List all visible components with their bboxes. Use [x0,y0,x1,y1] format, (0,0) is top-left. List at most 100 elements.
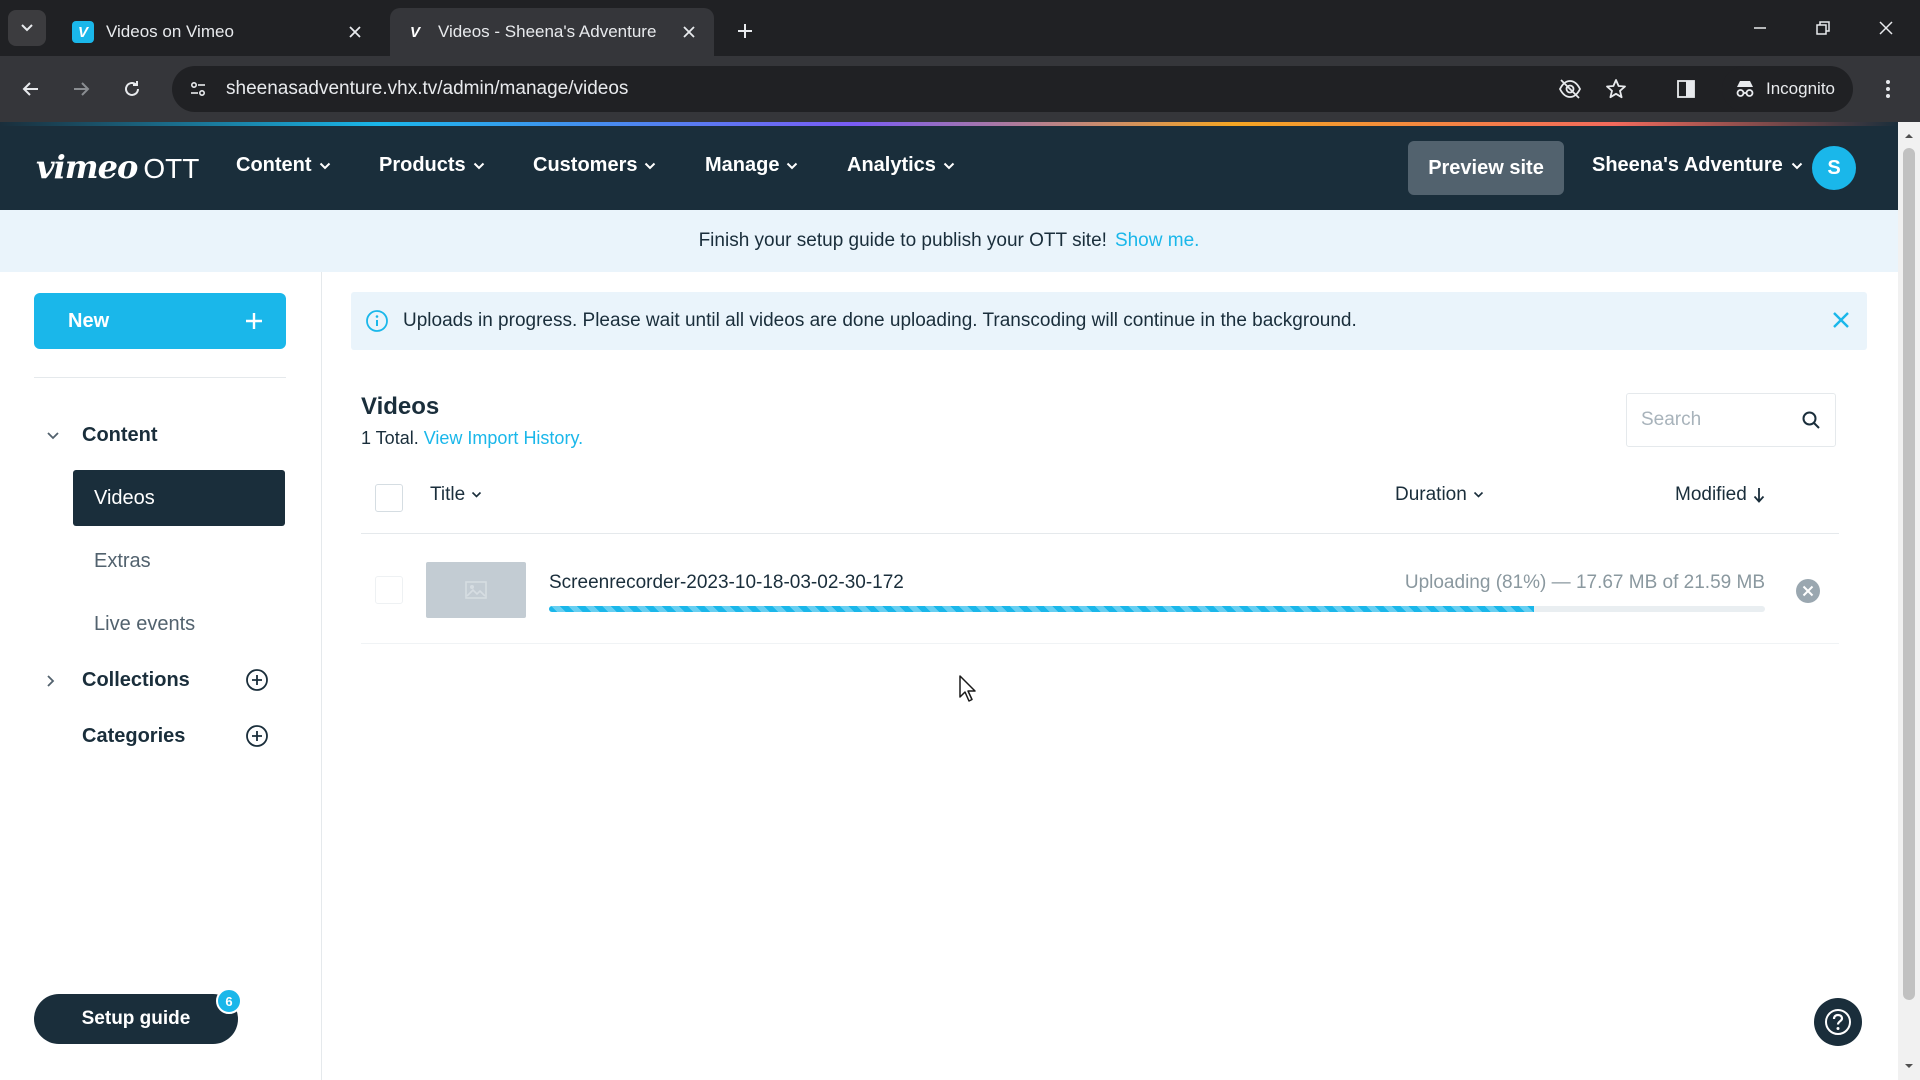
new-button[interactable]: New [34,293,286,349]
site-info-icon[interactable] [184,75,212,103]
table-row[interactable]: Screenrecorder-2023-10-18-03-02-30-172 U… [361,534,1839,644]
eye-off-icon[interactable] [1554,73,1586,105]
setup-guide-count-badge: 6 [216,988,242,1014]
arrow-right-icon [74,82,90,96]
close-window-button[interactable] [1866,12,1906,44]
setup-banner-text: Finish your setup guide to publish your … [698,230,1107,251]
arrow-left-icon [22,82,38,96]
back-button[interactable] [15,73,47,105]
videos-total: 1 Total. View Import History. [361,428,583,449]
vimeo-ott-logo[interactable]: vimeo OTT [36,148,199,186]
side-panel-button[interactable] [1670,73,1702,105]
browser-tab-vimeo[interactable]: V Videos on Vimeo [58,8,380,56]
sidebar-section-collections[interactable]: Collections [46,669,190,692]
chevron-down-icon [787,162,798,169]
sidebar-section-label: Collections [82,669,190,691]
sidebar-section-categories[interactable]: Categories [46,725,185,748]
nav-menu-label: Manage [705,154,780,176]
scrollbar-thumb[interactable] [1903,148,1915,1000]
browser-menu-button[interactable] [1872,73,1904,105]
plus-icon [246,313,262,329]
nav-menu-content[interactable]: Content [236,154,331,177]
help-button[interactable] [1814,998,1862,1046]
search-icon[interactable] [1801,410,1821,430]
close-tab-icon[interactable] [678,21,700,43]
sort-duration-header[interactable]: Duration [1395,484,1484,506]
incognito-label: Incognito [1766,79,1835,98]
scroll-down-icon[interactable] [1903,1060,1915,1072]
scroll-up-icon[interactable] [1903,130,1915,142]
bookmark-star-icon[interactable] [1600,73,1632,105]
minimize-window-button[interactable] [1740,12,1780,44]
browser-tab-strip: V Videos on Vimeo V Videos - Sheena's Ad… [0,0,1920,56]
show-me-link[interactable]: Show me. [1115,230,1199,252]
avatar[interactable]: S [1812,146,1856,190]
forward-button[interactable] [65,73,97,105]
restore-window-button[interactable] [1803,12,1843,44]
app-top-nav: vimeo OTT Content Products Customers Man… [0,126,1898,210]
cancel-upload-icon[interactable] [1795,578,1821,604]
nav-menu-manage[interactable]: Manage [705,154,798,177]
notice-text: Uploads in progress. Please wait until a… [403,310,1357,331]
sidebar-section-content[interactable]: Content [46,424,158,447]
sidebar-section-label: Content [82,424,158,446]
browser-toolbar: sheenasadventure.vhx.tv/admin/manage/vid… [0,56,1920,122]
site-name: Sheena's Adventure [1592,154,1783,176]
upload-status: Uploading (81%) — 17.67 MB of 21.59 MB [1404,572,1765,593]
nav-menu-label: Analytics [847,154,936,176]
nav-menu-analytics[interactable]: Analytics [847,154,955,177]
setup-guide-banner: Finish your setup guide to publish your … [0,210,1898,272]
column-modified-label: Modified [1675,484,1747,505]
chevron-down-icon [472,491,482,498]
incognito-indicator[interactable]: Incognito [1722,66,1853,112]
site-switcher-menu[interactable]: Sheena's Adventure [1592,154,1803,177]
uploads-in-progress-notice: Uploads in progress. Please wait until a… [351,292,1867,350]
chevron-down-icon [1791,162,1802,169]
browser-tab-sheenas-adventure[interactable]: V Videos - Sheena's Adventure [390,8,714,56]
nav-menu-label: Content [236,154,312,176]
column-duration-label: Duration [1395,484,1467,505]
page-scrollbar[interactable] [1898,122,1920,1080]
sidebar-divider [34,377,286,378]
nav-menu-customers[interactable]: Customers [533,154,656,177]
vimeo-favicon-icon: V [404,21,426,43]
search-input[interactable] [1641,409,1801,431]
close-tab-icon[interactable] [344,21,366,43]
logo-ott-text: OTT [143,153,200,184]
chevron-down-icon [46,431,66,441]
add-collection-icon[interactable] [245,668,269,692]
nav-menu-products[interactable]: Products [379,154,485,177]
sidebar-item-videos[interactable]: Videos [73,470,285,526]
sidebar: New Content Videos Extras Live events Co… [0,272,322,1080]
chevron-down-icon [319,162,330,169]
preview-site-button[interactable]: Preview site [1408,141,1564,195]
add-category-icon[interactable] [245,724,269,748]
tab-title: Videos on Vimeo [106,22,234,41]
logo-vimeo-text: vimeo [36,148,138,186]
image-placeholder-icon [465,581,487,599]
new-tab-button[interactable] [730,16,760,46]
select-all-checkbox[interactable] [375,484,403,512]
nav-menu-label: Products [379,154,466,176]
sidebar-item-live-events[interactable]: Live events [73,596,285,652]
page-title: Videos [361,393,440,420]
minimize-icon [1754,27,1766,29]
tab-title: Videos - Sheena's Adventure [438,22,657,41]
total-count-text: 1 Total. [361,428,419,448]
reload-button[interactable] [116,73,148,105]
tab-search-button[interactable] [8,10,46,46]
reload-icon [125,81,139,96]
sort-title-header[interactable]: Title [430,484,482,506]
mouse-cursor-icon [959,675,976,702]
view-import-history-link[interactable]: View Import History. [424,428,583,448]
sort-modified-header[interactable]: Modified [1675,484,1765,506]
row-checkbox[interactable] [375,576,403,604]
info-icon [366,310,388,332]
address-bar[interactable]: sheenasadventure.vhx.tv/admin/manage/vid… [172,66,1822,112]
nav-menu-label: Customers [533,154,638,176]
close-icon[interactable] [1829,308,1853,332]
video-thumbnail [426,562,526,618]
sidebar-item-extras[interactable]: Extras [73,533,285,589]
setup-guide-button[interactable]: Setup guide [34,994,238,1044]
video-filename[interactable]: Screenrecorder-2023-10-18-03-02-30-172 [549,572,904,594]
